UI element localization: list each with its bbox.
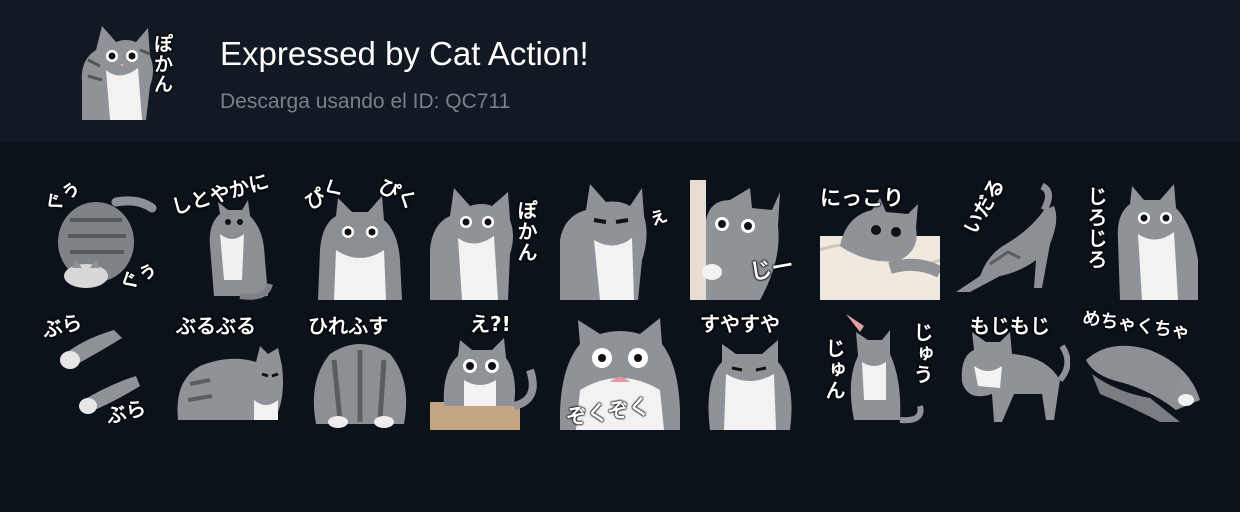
sticker-17-caption: もじもじ — [970, 314, 1050, 338]
sticker-6[interactable]: じー — [690, 180, 810, 300]
cat-stretching-icon — [956, 182, 1057, 292]
sticker-13[interactable]: え?! — [430, 310, 550, 430]
pack-header: ぽかん Expressed by Cat Action! Descarga us… — [0, 0, 1240, 142]
sticker-9[interactable]: じろじろ — [1080, 180, 1200, 300]
sticker-8[interactable]: いだる — [950, 174, 1070, 300]
sticker-4[interactable]: ぽかん — [430, 180, 550, 300]
sticker-11[interactable]: ぶるぶる — [170, 310, 290, 430]
sticker-14[interactable]: ぞくぞく — [560, 310, 680, 430]
sticker-15[interactable]: すやすや — [690, 310, 810, 430]
pack-thumb-caption: ぽかん — [151, 34, 173, 94]
sticker-7-caption: にっこり — [820, 186, 904, 210]
sticker-7[interactable]: にっこり — [820, 180, 940, 300]
sticker-5[interactable]: ぇ — [560, 180, 680, 300]
sticker-10[interactable]: ぶら ぶら — [40, 310, 160, 430]
sticker-15-caption: すやすや — [700, 312, 780, 336]
sticker-1[interactable]: ぐぅ ぐぅ — [39, 174, 161, 300]
sticker-2[interactable]: しとやかに — [169, 169, 290, 300]
sticker-12[interactable]: ひれふす — [300, 310, 420, 430]
sticker-16-caption-2: じゅう — [910, 322, 934, 385]
download-id-text: Descarga usando el ID: QC711 — [220, 90, 511, 113]
sticker-grid: ぐぅ ぐぅ しとやかに ぴく ぴく ぽかん ぇ じー にっこり いだる じろじろ… — [39, 169, 1200, 430]
sticker-18[interactable]: めちゃくちゃ — [1080, 308, 1200, 430]
sticker-16-caption: じゅん — [822, 338, 846, 401]
sticker-16[interactable]: じゅん じゅう — [820, 310, 940, 430]
sticker-3[interactable]: ぴく ぴく — [300, 174, 421, 300]
sticker-13-caption: え?! — [470, 312, 511, 336]
sticker-12-caption: ひれふす — [308, 314, 389, 338]
pack-thumbnail: ぽかん — [80, 20, 180, 120]
sticker-4-caption: ぽかん — [514, 200, 538, 263]
pack-title: Expressed by Cat Action! — [220, 35, 589, 72]
sticker-9-caption: じろじろ — [1084, 186, 1108, 270]
sticker-17[interactable]: もじもじ — [950, 310, 1070, 430]
cat-peeking-icon — [690, 180, 780, 300]
sticker-11-caption: ぶるぶる — [176, 314, 256, 338]
cat-side-eye-icon — [560, 184, 647, 300]
